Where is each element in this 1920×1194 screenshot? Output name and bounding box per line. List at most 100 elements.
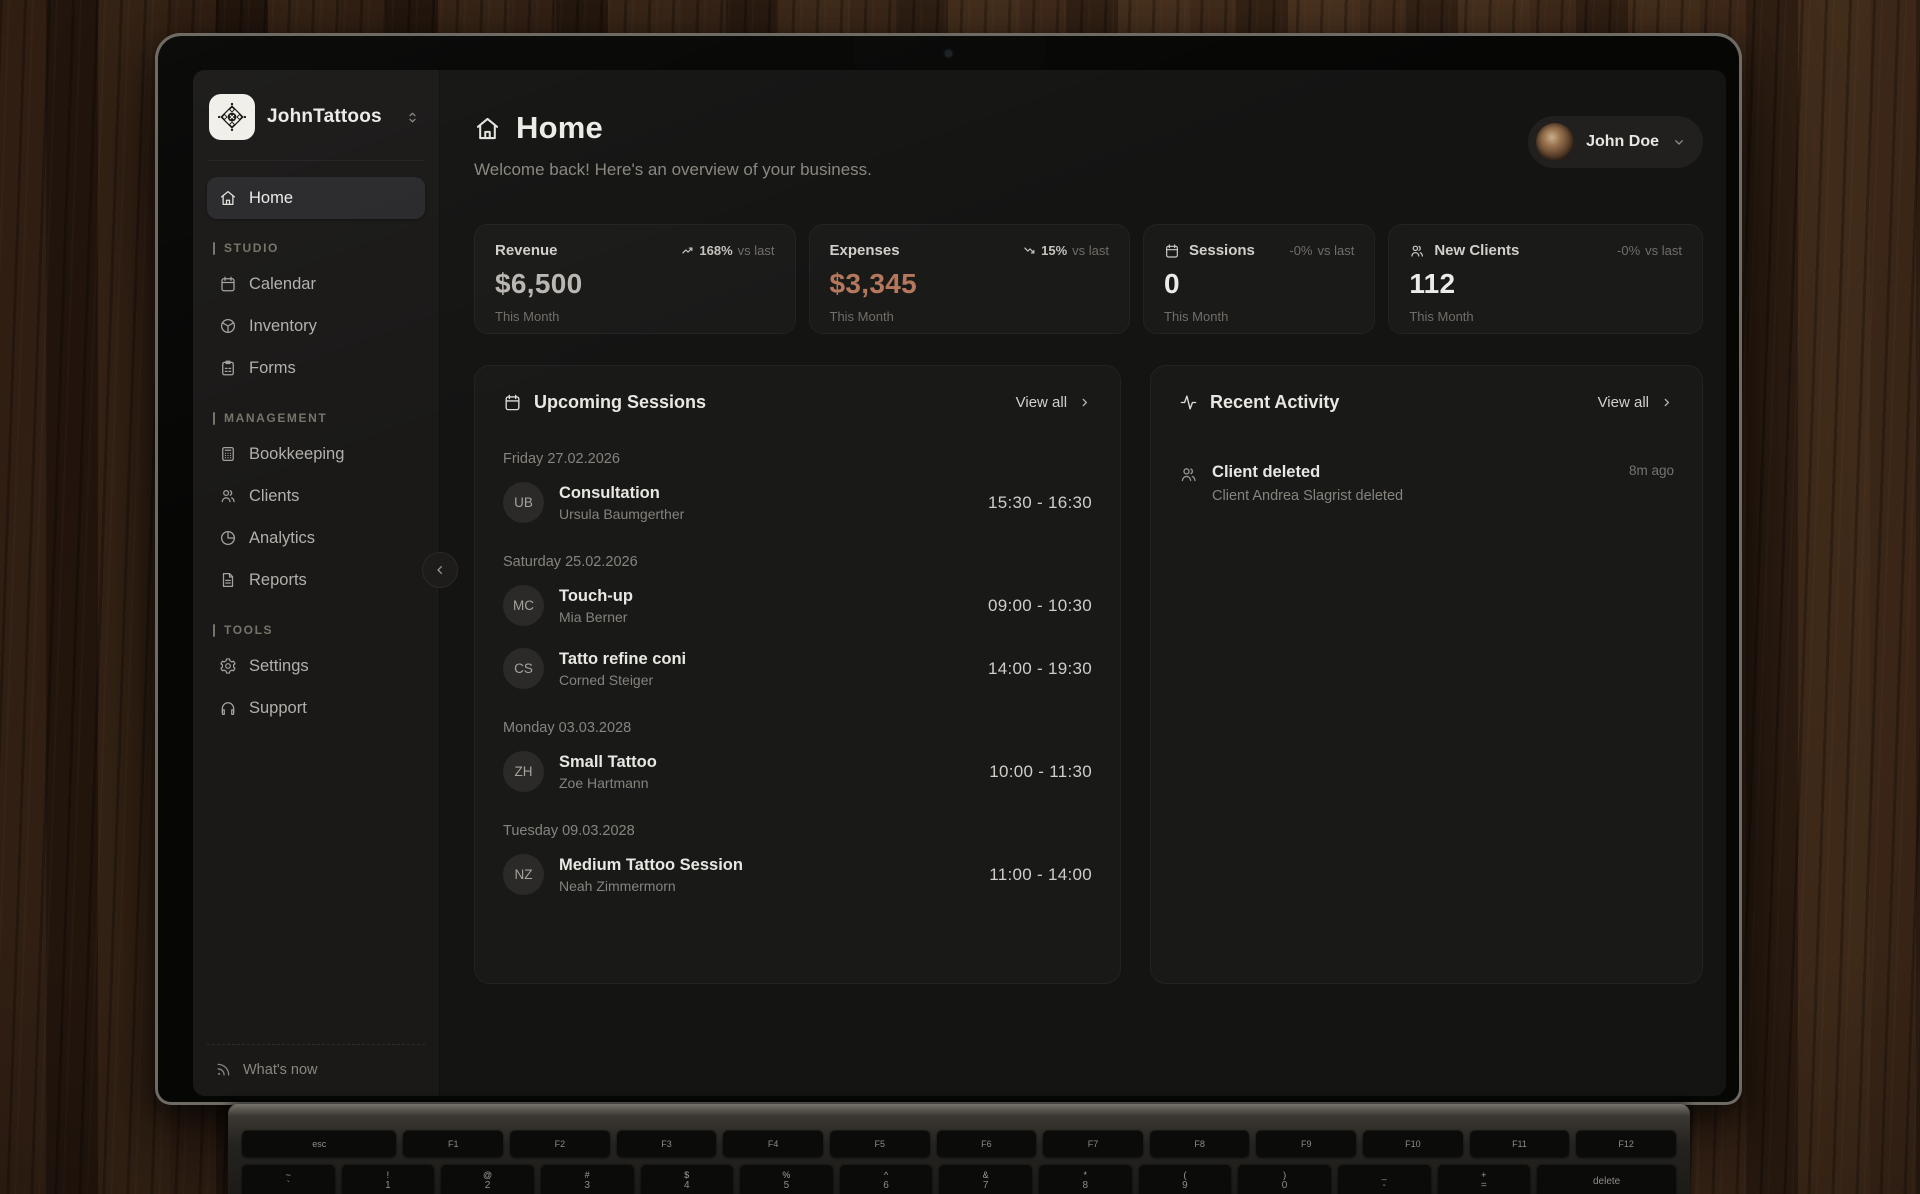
session-date-label: Monday 03.03.2028 — [503, 720, 1092, 736]
chevron-right-icon — [1659, 395, 1674, 410]
session-time: 15:30 - 16:30 — [988, 493, 1092, 513]
key-f9: F9 — [1256, 1130, 1356, 1157]
session-client: Zoe Hartmann — [559, 775, 657, 791]
inventory-icon — [219, 317, 237, 335]
sidebar-collapse-button[interactable] — [422, 552, 458, 588]
sidebar-nav: Home STUDIO Calendar Inventory — [207, 177, 425, 729]
main-content: Home Welcome back! Here's an overview of… — [440, 70, 1726, 1096]
section-label-text: MANAGEMENT — [224, 411, 327, 425]
stat-value: 0 — [1164, 268, 1354, 300]
stat-trend-badge: 168% vs last — [681, 243, 774, 258]
session-row[interactable]: ZH Small Tattoo Zoe Hartmann 10:00 - 11:… — [503, 740, 1092, 803]
reports-icon — [219, 571, 237, 589]
stat-period: This Month — [830, 309, 1110, 324]
trend-down-icon — [1023, 244, 1036, 257]
number-key-row: ~` !1 @2 #3 $4 %5 ^6 &7 *8 (9 )0 _- += d… — [242, 1164, 1676, 1194]
stat-card-sessions: Sessions -0% vs last 0 This Month — [1143, 224, 1375, 334]
session-title: Consultation — [559, 484, 684, 503]
sidebar-item-label: Clients — [249, 487, 299, 506]
home-icon — [474, 115, 501, 142]
sidebar-item-label: Bookkeeping — [249, 445, 344, 464]
stat-trend-value: -0% — [1617, 243, 1640, 258]
stat-title: Revenue — [495, 242, 558, 259]
sidebar-item-home[interactable]: Home — [207, 177, 425, 219]
sidebar-item-calendar[interactable]: Calendar — [207, 263, 425, 305]
session-client: Neah Zimmermorn — [559, 878, 743, 894]
stat-trend-value: 168% — [699, 243, 732, 258]
home-icon — [219, 189, 237, 207]
title-block: Home Welcome back! Here's an overview of… — [474, 110, 872, 180]
section-bar — [213, 624, 215, 637]
session-title: Medium Tattoo Session — [559, 856, 743, 875]
session-row[interactable]: MC Touch-up Mia Berner 09:00 - 10:30 — [503, 574, 1092, 637]
stat-trend-badge: 15% vs last — [1023, 243, 1109, 258]
sidebar-item-label: Analytics — [249, 529, 315, 548]
stat-card-new-clients: New Clients -0% vs last 112 This Month — [1388, 224, 1703, 334]
stat-value: $6,500 — [495, 268, 775, 300]
stat-trend-suffix: vs last — [1645, 243, 1682, 258]
session-title: Tatto refine coni — [559, 650, 686, 669]
sidebar-item-clients[interactable]: Clients — [207, 475, 425, 517]
stat-period: This Month — [495, 309, 775, 324]
session-row[interactable]: NZ Medium Tattoo Session Neah Zimmermorn… — [503, 843, 1092, 906]
session-time: 10:00 - 11:30 — [989, 762, 1092, 782]
page-header: Home Welcome back! Here's an overview of… — [474, 70, 1703, 180]
session-client: Corned Steiger — [559, 672, 686, 688]
panels-row: Upcoming Sessions View all Friday 27.02.… — [474, 365, 1703, 984]
user-menu[interactable]: John Doe — [1528, 116, 1703, 168]
stat-value: 112 — [1409, 268, 1682, 300]
function-key-row: esc F1 F2 F3 F4 F5 F6 F7 F8 F9 F10 F11 F… — [242, 1130, 1676, 1157]
key-7: &7 — [939, 1164, 1032, 1194]
stat-trend-badge: -0% vs last — [1289, 243, 1354, 258]
view-all-activity-link[interactable]: View all — [1598, 394, 1674, 411]
key-esc: esc — [242, 1130, 396, 1157]
view-all-sessions-link[interactable]: View all — [1016, 394, 1092, 411]
bookkeeping-icon — [219, 445, 237, 463]
laptop-screen: JohnTattoos Home STUDIO Calendar — [155, 33, 1742, 1105]
sidebar-item-forms[interactable]: Forms — [207, 347, 425, 389]
sidebar-item-bookkeeping[interactable]: Bookkeeping — [207, 433, 425, 475]
session-client: Mia Berner — [559, 609, 633, 625]
whats-now-link[interactable]: What's now — [207, 1044, 425, 1080]
brand-name: JohnTattoos — [267, 106, 392, 128]
sidebar-item-label: Forms — [249, 359, 296, 378]
settings-icon — [219, 657, 237, 675]
session-row[interactable]: CS Tatto refine coni Corned Steiger 14:0… — [503, 637, 1092, 700]
stat-period: This Month — [1164, 309, 1354, 324]
workspace-switcher[interactable]: JohnTattoos — [207, 92, 425, 161]
session-date-label: Tuesday 09.03.2028 — [503, 823, 1092, 839]
key-f10: F10 — [1363, 1130, 1463, 1157]
users-icon — [1179, 465, 1198, 484]
panel-title: Upcoming Sessions — [534, 392, 706, 413]
sidebar-item-support[interactable]: Support — [207, 687, 425, 729]
stat-title: Sessions — [1189, 242, 1255, 259]
sidebar-item-inventory[interactable]: Inventory — [207, 305, 425, 347]
stat-card-revenue: Revenue 168% vs last $6,500 This Month — [474, 224, 796, 334]
camera-dot — [945, 50, 952, 57]
key-minus: _- — [1338, 1164, 1431, 1194]
sidebar-item-label: Home — [249, 189, 293, 208]
section-label-text: STUDIO — [224, 241, 279, 255]
brand-logo-icon — [209, 94, 255, 140]
sidebar-item-analytics[interactable]: Analytics — [207, 517, 425, 559]
sidebar-item-reports[interactable]: Reports — [207, 559, 425, 601]
view-all-label: View all — [1016, 394, 1067, 411]
stat-trend-suffix: vs last — [1318, 243, 1355, 258]
key-f7: F7 — [1043, 1130, 1143, 1157]
recent-activity-panel: Recent Activity View all Client deleted … — [1150, 365, 1703, 984]
section-label-studio: STUDIO — [213, 241, 419, 255]
session-row[interactable]: UB Consultation Ursula Baumgerther 15:30… — [503, 471, 1092, 534]
stat-trend-badge: -0% vs last — [1617, 243, 1682, 258]
forms-icon — [219, 359, 237, 377]
stat-trend-value: -0% — [1289, 243, 1312, 258]
stat-trend-suffix: vs last — [1072, 243, 1109, 258]
rss-icon — [215, 1061, 232, 1078]
sidebar-item-settings[interactable]: Settings — [207, 645, 425, 687]
session-time: 14:00 - 19:30 — [988, 659, 1092, 679]
section-label-text: TOOLS — [224, 623, 273, 637]
activity-icon — [1179, 393, 1198, 412]
session-avatar: NZ — [503, 854, 544, 895]
page-subtitle: Welcome back! Here's an overview of your… — [474, 160, 872, 180]
session-time: 11:00 - 14:00 — [989, 865, 1092, 885]
key-delete: delete — [1537, 1164, 1676, 1194]
